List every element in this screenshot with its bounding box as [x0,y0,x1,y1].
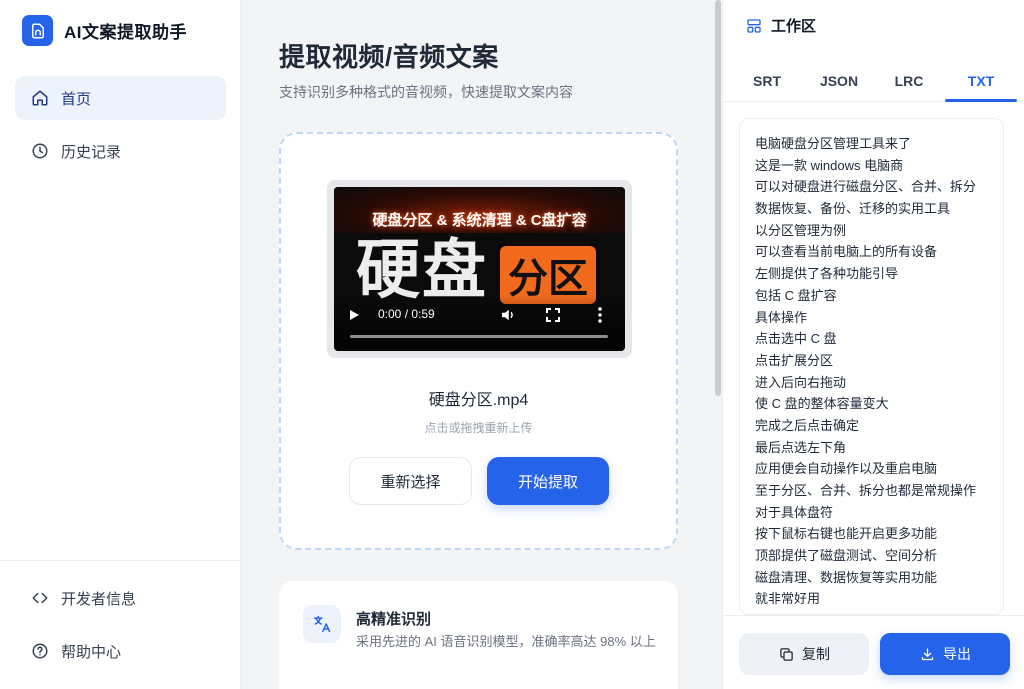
reselect-button[interactable]: 重新选择 [349,457,472,505]
video-player[interactable]: 硬盘分区 & 系统清理 & C盘扩容 硬盘 分区 0:00 / 0:59 [334,187,625,351]
play-icon[interactable] [346,307,362,323]
sidebar-item-developer[interactable]: 开发者信息 [15,576,226,620]
transcript-line: 对于具体盘符 [755,504,834,520]
transcript-line: 使 C 盘的整体容量变大 [755,396,889,412]
transcript-line: 电脑硬盘分区管理工具来了 [755,136,912,151]
main-content: 提取视频/音频文案 支持识别多种格式的音视频，快速提取文案内容 硬盘分区 & 系… [241,0,714,689]
transcript-line: 以分区管理为例 [755,222,847,238]
video-progress-bar[interactable] [350,335,608,338]
home-icon [30,88,50,108]
scrollbar-thumb[interactable] [715,0,721,396]
transcript-line: 应用便会自动操作以及重启电脑 [755,461,938,477]
transcript-line: 至于分区、合并、拆分也都是常规操作 [755,483,977,498]
tab-lrc[interactable]: LRC [873,60,945,102]
sidebar-item-home[interactable]: 首页 [15,76,226,120]
transcript-line: 完成之后点击确定 [755,417,860,433]
app-title: AI文案提取助手 [64,23,187,42]
tab-txt[interactable]: TXT [945,60,1017,102]
transcript-line: 左侧提供了各种功能引导 [755,266,899,282]
sidebar-item-label: 历史记录 [61,143,122,161]
transcript-line: 进入后向右拖动 [755,374,847,390]
transcript-line: 可以对硬盘进行磁盘分区、合并、拆分 [755,179,977,195]
panel-title: 工作区 [771,18,817,35]
feature-title: 高精准识别 [356,611,432,628]
sidebar-item-label: 首页 [61,90,92,108]
active-tab-indicator [945,99,1017,102]
transcript-line: 具体操作 [755,309,808,325]
copy-button[interactable]: 复制 [739,633,869,675]
workspace-panel: 工作区 SRT JSON LRC TXT 电脑硬盘分区管理工具来了 这是一款 wi… [722,0,1024,689]
main-nav: 首页 历史记录 [15,76,226,182]
download-icon [919,646,935,662]
file-name: 硬盘分区.mp4 [428,392,529,409]
page-title: 提取视频/音频文案 [279,42,499,72]
transcript-line: 顶部提供了磁盘测试、空间分析 [755,548,938,564]
transcript-line: 就非常好用 [755,591,821,607]
feature-description: 采用先进的 AI 语音识别模型，准确率高达 98% 以上 [356,634,656,649]
sidebar-divider [0,560,240,561]
audio-file-icon [22,15,53,46]
format-tabs: SRT JSON LRC TXT [723,60,1024,102]
sidebar-bottom-nav: 开发者信息 帮助中心 [15,576,226,682]
transcript-line: 这是一款 windows 电脑商 [755,157,904,173]
sidebar-item-label: 开发者信息 [61,590,137,608]
volume-icon[interactable] [499,306,517,324]
page-subtitle: 支持识别多种格式的音视频，快速提取文案内容 [279,84,573,100]
transcript-line: 点击选中 C 盘 [755,331,837,347]
clock-icon [30,141,50,161]
sidebar-item-help[interactable]: 帮助中心 [15,629,226,673]
transcript-lines: 电脑硬盘分区管理工具来了 这是一款 windows 电脑商可以对硬盘进行磁盘分区、… [755,133,995,614]
transcript-line: 磁盘清理、数据恢复等实用功能 [755,569,938,585]
panel-header: 工作区 [746,15,816,36]
video-big-text: 硬盘 [356,234,488,308]
panel-footer: 复制 导出 [723,615,1024,689]
tab-srt[interactable]: SRT [731,60,803,102]
transcript-line: 可以查看当前电脑上的所有设备 [755,244,938,260]
transcript-line: 数据恢复、备份、迁移的实用工具 [755,201,951,217]
copy-icon [778,646,794,662]
reupload-hint: 点击或拖拽重新上传 [424,421,533,435]
transcript-line: 包括 C 盘扩容 [755,287,837,303]
video-controls: 0:00 / 0:59 [334,295,625,351]
copy-button-label: 复制 [802,646,830,662]
video-caption: 硬盘分区 & 系统清理 & C盘扩容 [372,212,587,229]
more-options-icon[interactable] [592,306,608,324]
export-button[interactable]: 导出 [880,633,1010,675]
video-preview-frame: 硬盘分区 & 系统清理 & C盘扩容 硬盘 分区 0:00 / 0:59 [327,180,632,358]
video-time: 0:00 / 0:59 [378,307,435,321]
upload-dropzone[interactable]: 硬盘分区 & 系统清理 & C盘扩容 硬盘 分区 0:00 / 0:59 硬盘分… [279,132,678,550]
sidebar-item-label: 帮助中心 [61,643,122,661]
fullscreen-icon[interactable] [545,307,561,323]
main-scrollbar[interactable] [714,0,722,689]
brand: AI文案提取助手 [22,15,187,46]
transcript-line: 按下鼠标右键也能开启更多功能 [755,526,938,542]
layout-icon [746,18,762,34]
transcript-content[interactable]: 电脑硬盘分区管理工具来了 这是一款 windows 电脑商可以对硬盘进行磁盘分区、… [739,118,1004,615]
transcript-line: 最后点选左下角 [755,439,847,455]
export-button-label: 导出 [943,646,971,662]
sidebar: AI文案提取助手 首页 历史记录 开发者信息 帮助中心 [0,0,241,689]
code-icon [30,588,50,608]
translate-icon [303,605,341,643]
tab-json[interactable]: JSON [803,60,875,102]
help-circle-icon [30,641,50,661]
transcript-line: 点击扩展分区 [755,352,834,368]
feature-card: 高精准识别 采用先进的 AI 语音识别模型，准确率高达 98% 以上 [279,581,678,689]
start-extract-button[interactable]: 开始提取 [487,457,609,505]
sidebar-item-history[interactable]: 历史记录 [15,129,226,173]
